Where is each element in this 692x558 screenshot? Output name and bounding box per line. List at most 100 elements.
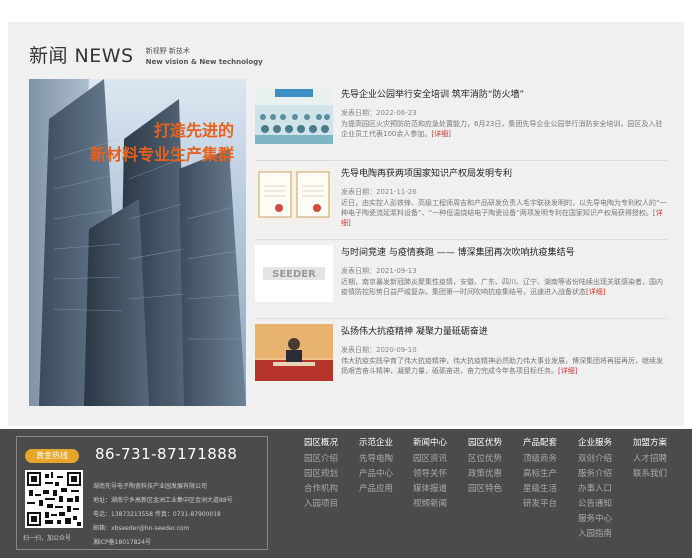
company-address: 地址：湖南宁乡高新区金洲工业集中区金洲大道88号 [93, 497, 233, 504]
news-item-desc: 伟大抗疫实践孕育了伟大抗疫精神，伟大抗疫精神必然助力伟大事业发展，博深集团将再接… [341, 356, 667, 376]
news-section: 新闻 NEWS 新视野 新技术 New vision & New technol… [8, 22, 684, 426]
footer-nav-col: 园区概况 园区介绍 园区规划 合作机构 入园项目 [304, 437, 359, 542]
news-thumbnail[interactable] [255, 87, 333, 144]
ceremony-photo-image [255, 324, 333, 381]
news-item-date: 发表日期：2021-11-26 [341, 188, 417, 196]
footer-nav-link[interactable]: 合作机构 [304, 482, 359, 497]
footer-nav-link[interactable]: 园区资讯 [413, 452, 468, 467]
site-footer: 黄金热线 86-731-87171888 扫一扫，加公众号 湖南先导电子陶瓷科技… [0, 429, 692, 558]
news-item-date: 发表日期：2022-06-23 [341, 109, 417, 117]
footer-nav-link[interactable]: 入园指南 [578, 527, 633, 542]
feature-slogan-line1: 打造先进的 [153, 121, 234, 140]
news-subtitle-en: New vision & New technology [145, 58, 263, 66]
footer-nav-link[interactable]: 办事入口 [578, 482, 633, 497]
company-phone: 电话：13873213558 传真：0731-87900018 [93, 511, 221, 518]
footer-nav: 园区概况 园区介绍 园区规划 合作机构 入园项目 示范企业 先导电陶 产品中心 … [304, 437, 688, 542]
seeder-logo-image: SEEDER [255, 245, 333, 302]
footer-nav-link[interactable]: 产品中心 [359, 467, 413, 482]
footer-nav-link[interactable]: 公告通知 [578, 497, 633, 512]
footer-nav-link[interactable]: 研发平台 [523, 497, 578, 512]
footer-nav-link[interactable]: 区位优势 [468, 452, 523, 467]
footer-nav-head[interactable]: 示范企业 [359, 437, 413, 450]
footer-nav-link[interactable]: 人才招聘 [633, 452, 688, 467]
news-item-title[interactable]: 弘扬伟大抗疫精神 凝聚力量砥砺奋进 [341, 325, 667, 339]
news-item-date: 发表日期：2020-09-10 [341, 346, 417, 354]
footer-nav-link[interactable]: 服务中心 [578, 512, 633, 527]
news-item[interactable]: 先导企业公园举行安全培训 筑牢消防“防火墙” 发表日期：2022-06-23 为… [255, 82, 667, 161]
training-photo-image [255, 87, 333, 144]
news-item-title[interactable]: 与时间竞速 与疫情赛跑 —— 博深集团再次吹响抗疫集结号 [341, 246, 667, 260]
news-item-desc-text: 为提高园区火灾预防防范和应急处置能力，6月23日，集团先导企业公园举行消防安全培… [341, 120, 663, 138]
news-item-info: 先导电陶再获两项国家知识产权局发明专利 发表日期：2021-11-26 近日，由… [341, 167, 667, 228]
news-title: 新闻 NEWS [29, 45, 134, 67]
footer-nav-link[interactable]: 视频新闻 [413, 497, 468, 512]
footer-nav-head[interactable]: 园区优势 [468, 437, 523, 450]
thumb-logo-text: SEEDER [272, 269, 316, 280]
contact-info: 湖南先导电子陶瓷科技产业园发展有限公司 地址：湖南宁乡高新区金洲工业集中区金洲大… [93, 480, 233, 550]
news-item-info: 先导企业公园举行安全培训 筑牢消防“防火墙” 发表日期：2022-06-23 为… [341, 88, 667, 139]
news-item-info: 与时间竞速 与疫情赛跑 —— 博深集团再次吹响抗疫集结号 发表日期：2021-0… [341, 246, 667, 297]
footer-nav-head[interactable]: 园区概况 [304, 437, 359, 450]
footer-nav-link[interactable]: 高标生产 [523, 467, 578, 482]
footer-nav-link[interactable]: 入园项目 [304, 497, 359, 512]
news-item-desc-text: 伟大抗疫实践孕育了伟大抗疫精神，伟大抗疫精神必然助力伟大事业发展，博深集团将再接… [341, 357, 663, 375]
footer-nav-link[interactable]: 政策优惠 [468, 467, 523, 482]
footer-nav-link[interactable]: 联系我们 [633, 467, 688, 482]
news-item[interactable]: SEEDER 与时间竞速 与疫情赛跑 —— 博深集团再次吹响抗疫集结号 发表日期… [255, 240, 667, 319]
hotline-box: 黄金热线 86-731-87171888 扫一扫，加公众号 湖南先导电子陶瓷科技… [16, 436, 268, 550]
feature-image[interactable]: 打造先进的 新材料专业生产集群 [29, 79, 246, 406]
more-link[interactable]: [详细] [431, 130, 450, 138]
company-name: 湖南先导电子陶瓷科技产业园发展有限公司 [93, 483, 208, 490]
news-item[interactable]: 弘扬伟大抗疫精神 凝聚力量砥砺奋进 发表日期：2020-09-10 伟大抗疫实践… [255, 319, 667, 398]
company-email[interactable]: 邮箱：xbseeder@hn-seeder.com [93, 522, 233, 536]
footer-nav-col: 产品配套 顶级商务 高标生产 星级生活 研发平台 [523, 437, 578, 542]
more-link[interactable]: [详细] [586, 288, 605, 296]
footer-nav-head[interactable]: 产品配套 [523, 437, 578, 450]
news-item-title[interactable]: 先导电陶再获两项国家知识产权局发明专利 [341, 167, 667, 181]
footer-nav-link[interactable]: 双创介绍 [578, 452, 633, 467]
footer-nav-link[interactable]: 服务介绍 [578, 467, 633, 482]
qr-caption: 扫一扫，加公众号 [23, 535, 72, 542]
news-item-desc: 近日，由实控人彭铁锋、高级工程师周吉和产品研发负责人毛宇联袂发明的，以先导电陶为… [341, 198, 667, 228]
footer-nav-col: 新闻中心 园区资讯 领导关怀 媒体报道 视频新闻 [413, 437, 468, 542]
news-thumbnail[interactable] [255, 324, 333, 381]
news-item-desc: 为提高园区火灾预防防范和应急处置能力，6月23日，集团先导企业公园举行消防安全培… [341, 119, 667, 139]
qr-code-icon [25, 470, 83, 528]
footer-nav-link[interactable]: 园区介绍 [304, 452, 359, 467]
footer-nav-link[interactable]: 顶级商务 [523, 452, 578, 467]
news-item[interactable]: 先导电陶再获两项国家知识产权局发明专利 发表日期：2021-11-26 近日，由… [255, 161, 667, 240]
feature-slogan: 打造先进的 新材料专业生产集群 [90, 119, 234, 167]
hotline-badge: 黄金热线 [25, 449, 79, 463]
news-subtitle: 新视野 新技术 New vision & New technology [146, 46, 263, 68]
news-list: 先导企业公园举行安全培训 筑牢消防“防火墙” 发表日期：2022-06-23 为… [255, 82, 667, 398]
news-thumbnail[interactable]: SEEDER [255, 245, 333, 302]
footer-nav-head[interactable]: 加盟方案 [633, 437, 688, 450]
news-item-desc: 近期，南京暴发新冠肺炎聚集性疫情，安徽、广东、四川、辽宁、湖南等省份陆续出现关联… [341, 277, 667, 297]
news-header: 新闻 NEWS 新视野 新技术 New vision & New technol… [29, 44, 263, 68]
news-item-desc-text: 近期，南京暴发新冠肺炎聚集性疫情，安徽、广东、四川、辽宁、湖南等省份陆续出现关联… [341, 278, 663, 296]
footer-nav-head[interactable]: 企业服务 [578, 437, 633, 450]
patent-certificates-image [255, 166, 333, 223]
footer-nav-col: 企业服务 双创介绍 服务介绍 办事入口 公告通知 服务中心 入园指南 [578, 437, 633, 542]
news-item-desc-text: 近日，由实控人彭铁锋、高级工程师周吉和产品研发负责人毛宇联袂发明的，以先导电陶为… [341, 199, 667, 217]
footer-nav-link[interactable]: 园区特色 [468, 482, 523, 497]
footer-nav-link[interactable]: 媒体报道 [413, 482, 468, 497]
footer-nav-link[interactable]: 星级生活 [523, 482, 578, 497]
news-subtitle-cn: 新视野 新技术 [145, 47, 190, 55]
icp-number[interactable]: 湘ICP备18017824号 [93, 536, 233, 550]
qr-code [25, 470, 83, 528]
news-item-date: 发表日期：2021-09-13 [341, 267, 417, 275]
page: 新闻 NEWS 新视野 新技术 New vision & New technol… [0, 0, 692, 558]
news-item-title[interactable]: 先导企业公园举行安全培训 筑牢消防“防火墙” [341, 88, 667, 102]
footer-nav-head[interactable]: 新闻中心 [413, 437, 468, 450]
footer-nav-link[interactable]: 领导关怀 [413, 467, 468, 482]
news-thumbnail[interactable] [255, 166, 333, 223]
hotline-phone: 86-731-87171888 [95, 445, 238, 463]
more-link[interactable]: [详细] [558, 367, 577, 375]
footer-nav-col: 示范企业 先导电陶 产品中心 产品应用 [359, 437, 413, 542]
feature-slogan-line2: 新材料专业生产集群 [89, 145, 234, 164]
footer-nav-link[interactable]: 园区规划 [304, 467, 359, 482]
footer-nav-link[interactable]: 产品应用 [359, 482, 413, 497]
footer-nav-link[interactable]: 先导电陶 [359, 452, 413, 467]
footer-nav-col: 园区优势 区位优势 政策优惠 园区特色 [468, 437, 523, 542]
